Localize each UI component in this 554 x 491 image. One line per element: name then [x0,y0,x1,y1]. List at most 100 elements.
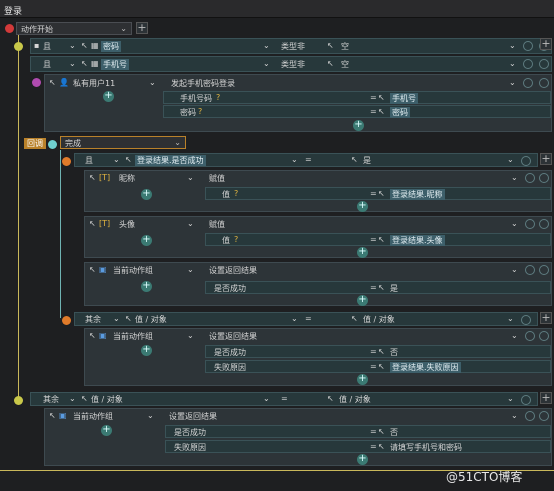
param-value[interactable]: 登录结果.失败原因 [390,362,461,373]
ret1-method[interactable]: 设置返回结果 [209,265,257,276]
else1-op[interactable]: 其余 [85,314,101,325]
param-eq: = [370,442,377,451]
group-icon: ▣ [99,265,107,274]
cond-node[interactable] [14,396,23,405]
param-value[interactable]: 是 [390,283,398,294]
else2-field[interactable]: 值 / 对象 [91,394,123,405]
cond3-op[interactable]: 且 [85,155,93,166]
param-value[interactable]: 请填写手机号和密码 [390,442,462,453]
reset-icon[interactable] [523,78,533,88]
chevron-down-icon: ⌄ [147,411,154,420]
add-param-icon[interactable]: + [141,281,152,292]
add-param-icon[interactable]: + [141,189,152,200]
add-param-icon[interactable]: + [103,91,114,102]
chevron-down-icon: ⌄ [511,173,518,182]
add-param-icon[interactable]: + [357,247,368,258]
add-icon[interactable]: + [136,22,148,34]
remove-icon[interactable] [521,395,531,405]
cond-node[interactable] [14,42,23,51]
param-eq: = [370,189,377,198]
callback-dropdown[interactable]: 完成 ⌄ [60,136,186,149]
nick-method[interactable]: 赋值 [209,173,225,184]
add-param-icon[interactable]: + [357,295,368,306]
param-row: 是否成功 = ↖ 否 [205,345,551,358]
chevron-down-icon: ⌄ [511,265,518,274]
else2-value[interactable]: 值 / 对象 [339,394,371,405]
cond3-value[interactable]: 是 [363,155,371,166]
action-node[interactable] [32,78,41,87]
param-value[interactable]: 密码 [390,107,410,118]
remove-icon[interactable] [539,265,549,275]
cond-node[interactable] [62,157,71,166]
pointer-icon: ↖ [89,173,96,182]
else2-op[interactable]: 其余 [43,394,59,405]
param-eq: = [370,235,377,244]
root-dropdown[interactable]: 动作开始 ⌄ [16,22,132,35]
param-value[interactable]: 否 [390,347,398,358]
avatar-object[interactable]: 头像 [119,219,135,230]
remove-icon[interactable] [521,156,531,166]
add-icon[interactable]: + [540,312,552,324]
remove-icon[interactable] [539,331,549,341]
chevron-down-icon: ⌄ [263,41,270,50]
ret2-object[interactable]: 当前动作组 [113,331,153,342]
remove-icon[interactable] [539,78,549,88]
ret2-method[interactable]: 设置返回结果 [209,331,257,342]
param-value[interactable]: 手机号 [390,93,418,104]
cond3-field[interactable]: 登录结果.是否成功 [135,155,206,166]
window-titlebar: 登录 [0,0,554,18]
reset-icon[interactable] [525,331,535,341]
avatar-method[interactable]: 赋值 [209,219,225,230]
remove-icon[interactable] [539,173,549,183]
add-param-icon[interactable]: + [357,201,368,212]
remove-icon[interactable] [521,315,531,325]
cond1-type[interactable]: 类型非 [281,41,305,52]
action1-object[interactable]: 私有用户11 [73,78,115,89]
add-param-icon[interactable]: + [141,345,152,356]
cond1-field[interactable]: 密码 [101,41,121,52]
ret1-panel: ↖ ▣ 当前动作组 ⌄ 设置返回结果 ⌄ + 是否成功 = ↖ 是 + [84,262,552,306]
add-param-icon[interactable]: + [357,374,368,385]
cond2-type[interactable]: 类型非 [281,59,305,70]
add-icon[interactable]: + [540,392,552,404]
cond-node[interactable] [62,316,71,325]
reset-icon[interactable] [525,265,535,275]
param-value[interactable]: 登录结果.昵称 [390,189,445,200]
add-param-icon[interactable]: + [357,454,368,465]
cond2-field[interactable]: 手机号 [101,59,129,70]
root-node[interactable] [5,24,14,33]
pointer-icon: ↖ [125,155,132,164]
else1-field[interactable]: 值 / 对象 [135,314,167,325]
param-row: 失败原因 = ↖ 登录结果.失败原因 [205,360,551,373]
add-param-icon[interactable]: + [141,235,152,246]
cond2-value[interactable]: 空 [341,59,349,70]
callback-node[interactable] [48,140,57,149]
remove-icon[interactable] [539,59,549,69]
param-value[interactable]: 否 [390,427,398,438]
add-icon[interactable]: + [540,153,552,165]
reset-icon[interactable] [525,411,535,421]
reset-icon[interactable] [523,59,533,69]
pointer-icon: ↖ [81,41,88,50]
add-param-icon[interactable]: + [101,425,112,436]
ret3-object[interactable]: 当前动作组 [73,411,113,422]
ret3-method[interactable]: 设置返回结果 [169,411,217,422]
add-param-icon[interactable]: + [353,120,364,131]
else1-value[interactable]: 值 / 对象 [363,314,395,325]
ret1-object[interactable]: 当前动作组 [113,265,153,276]
reset-icon[interactable] [525,173,535,183]
remove-icon[interactable] [539,411,549,421]
param-value[interactable]: 登录结果.头像 [390,235,445,246]
add-icon[interactable]: + [540,38,552,50]
remove-icon[interactable] [539,219,549,229]
action1-method[interactable]: 发起手机密码登录 [171,78,235,89]
cond1-value[interactable]: 空 [341,41,349,52]
nick-object[interactable]: 昵称 [119,173,135,184]
cond1-op[interactable]: 且 [43,41,51,52]
cond2-op[interactable]: 且 [43,59,51,70]
param-eq: = [370,362,377,371]
variable-icon: [T] [99,173,111,182]
reset-icon[interactable] [523,41,533,51]
pointer-icon: ↖ [327,394,334,403]
reset-icon[interactable] [525,219,535,229]
